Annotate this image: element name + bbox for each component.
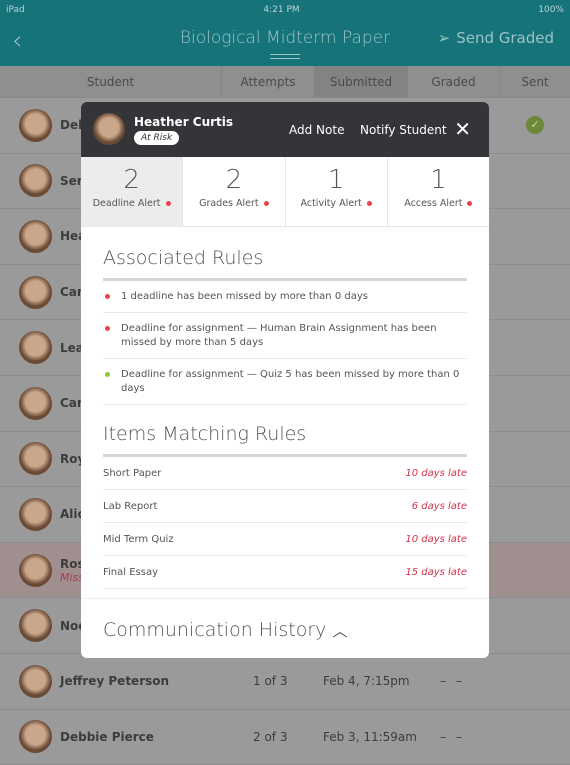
col-graded[interactable]: Graded <box>407 66 499 97</box>
alert-label: Deadline Alert <box>92 198 161 209</box>
student-name: Jeffrey Peterson <box>60 674 170 689</box>
clock: 4:21 PM <box>263 5 300 15</box>
col-attempts[interactable]: Attempts <box>221 66 314 97</box>
item-name: Short Paper <box>103 467 162 479</box>
item-name: Mid Term Quiz <box>103 533 174 545</box>
alert-tab[interactable]: 2 Grades Alert <box>182 157 284 226</box>
close-icon[interactable]: ✕ <box>454 117 471 141</box>
table-row[interactable]: Jeffrey Peterson 1 of 3 Feb 4, 7:15pm – – <box>0 654 570 710</box>
battery: 100% <box>538 5 564 15</box>
student-cell: Jeffrey Peterson <box>60 674 240 688</box>
alert-tab[interactable]: 1 Access Alert <box>386 157 489 226</box>
alert-count: 2 <box>123 165 140 195</box>
alert-stats: 2 Deadline Alert 2 Grades Alert 1 Activity Al… <box>81 157 489 227</box>
avatar <box>19 553 52 587</box>
submitted-cell: Feb 3, 11:59am <box>323 729 417 744</box>
avatar <box>19 219 52 253</box>
avatar <box>19 442 52 476</box>
communication-history-toggle[interactable]: Communication History ︿ <box>81 598 489 658</box>
modal-header: Heather Curtis At Risk Add Note Notify S… <box>81 102 489 157</box>
bullet-dot-icon <box>105 326 110 331</box>
late-label: 6 days late <box>411 500 467 512</box>
avatar <box>19 664 52 698</box>
alert-count: 2 <box>225 165 243 195</box>
rule-text: 1 deadline has been missed by more than … <box>121 291 368 302</box>
check-icon: ✓ <box>526 116 544 135</box>
col-student[interactable]: Student <box>0 66 221 97</box>
item-name: Lab Report <box>103 500 158 512</box>
alert-tab[interactable]: 1 Activity Alert <box>284 157 387 226</box>
graded-cell: – – <box>440 729 465 744</box>
avatar <box>19 386 52 420</box>
matching-item[interactable]: Short Paper 10 days late <box>103 457 467 490</box>
avatar <box>19 275 52 309</box>
alert-label: Access Alert <box>404 198 463 209</box>
student-alert-modal: Heather Curtis At Risk Add Note Notify S… <box>81 102 489 658</box>
rules-heading: Associated Rules <box>103 247 467 281</box>
student-name: Heather Curtis <box>134 115 234 129</box>
attempts-cell: 1 of 3 <box>253 674 288 689</box>
status-badge: At Risk <box>134 131 180 145</box>
avatar <box>19 331 52 365</box>
rule-item: Deadline for assignment — Quiz 5 has bee… <box>103 359 467 405</box>
rule-item: 1 deadline has been missed by more than … <box>103 281 467 313</box>
device-label: iPad <box>6 5 25 15</box>
avatar <box>93 113 125 145</box>
alert-label: Grades Alert <box>199 198 259 209</box>
avatar <box>19 609 52 643</box>
submitted-cell: Feb 4, 7:15pm <box>323 674 410 689</box>
rule-text: Deadline for assignment — Human Brain As… <box>121 323 437 348</box>
rule-text: Deadline for assignment — Quiz 5 has bee… <box>121 369 460 394</box>
comm-label: Communication History <box>103 619 327 641</box>
alert-count: 1 <box>327 165 345 195</box>
send-graded-button[interactable]: ➢ Send Graded <box>438 29 554 47</box>
matching-item[interactable]: Final Essay 15 days late <box>103 556 467 589</box>
menu-handle-icon[interactable] <box>270 54 300 59</box>
student-name: Debbie Pierce <box>60 729 154 744</box>
alert-dot-icon <box>165 201 171 206</box>
send-graded-label: Send Graded <box>456 29 554 47</box>
alert-dot-icon <box>263 201 269 206</box>
attempts-cell: 2 of 3 <box>253 729 288 744</box>
alert-label: Activity Alert <box>300 198 362 209</box>
avatar <box>19 720 52 754</box>
bullet-dot-icon <box>105 294 110 299</box>
matching-item[interactable]: Lab Report 6 days late <box>103 490 467 523</box>
column-headers: Student Attempts Submitted Graded Sent <box>0 66 570 98</box>
graded-cell: – – <box>440 674 465 689</box>
alert-dot-icon <box>467 201 473 206</box>
items-heading: Items Matching Rules <box>103 423 467 457</box>
rule-item: Deadline for assignment — Human Brain As… <box>103 313 467 359</box>
status-bar: iPad 4:21 PM 100% <box>0 0 570 20</box>
avatar <box>19 497 52 531</box>
col-sent[interactable]: Sent <box>499 66 570 97</box>
bullet-dot-icon <box>105 372 110 377</box>
student-cell: Debbie Pierce <box>60 730 240 744</box>
notify-student-button[interactable]: Notify Student <box>360 123 447 137</box>
alert-tab[interactable]: 2 Deadline Alert <box>81 157 183 226</box>
avatar <box>19 108 52 142</box>
nav-bar: ‹ Biological Midterm Paper ➢ Send Graded <box>0 20 570 66</box>
table-row[interactable]: Debbie Pierce 2 of 3 Feb 3, 11:59am – – <box>0 709 570 765</box>
alert-count: 1 <box>430 165 447 195</box>
avatar <box>19 164 52 198</box>
late-label: 10 days late <box>405 533 467 545</box>
matching-item[interactable]: Mid Term Quiz 10 days late <box>103 523 467 556</box>
late-label: 10 days late <box>405 467 467 479</box>
col-submitted[interactable]: Submitted <box>314 66 407 97</box>
paper-plane-icon: ➢ <box>437 29 451 47</box>
item-name: Final Essay <box>103 566 159 578</box>
alert-dot-icon <box>366 201 372 206</box>
add-note-button[interactable]: Add Note <box>289 123 344 137</box>
chevron-up-icon: ︿ <box>332 622 348 640</box>
late-label: 15 days late <box>405 566 467 578</box>
